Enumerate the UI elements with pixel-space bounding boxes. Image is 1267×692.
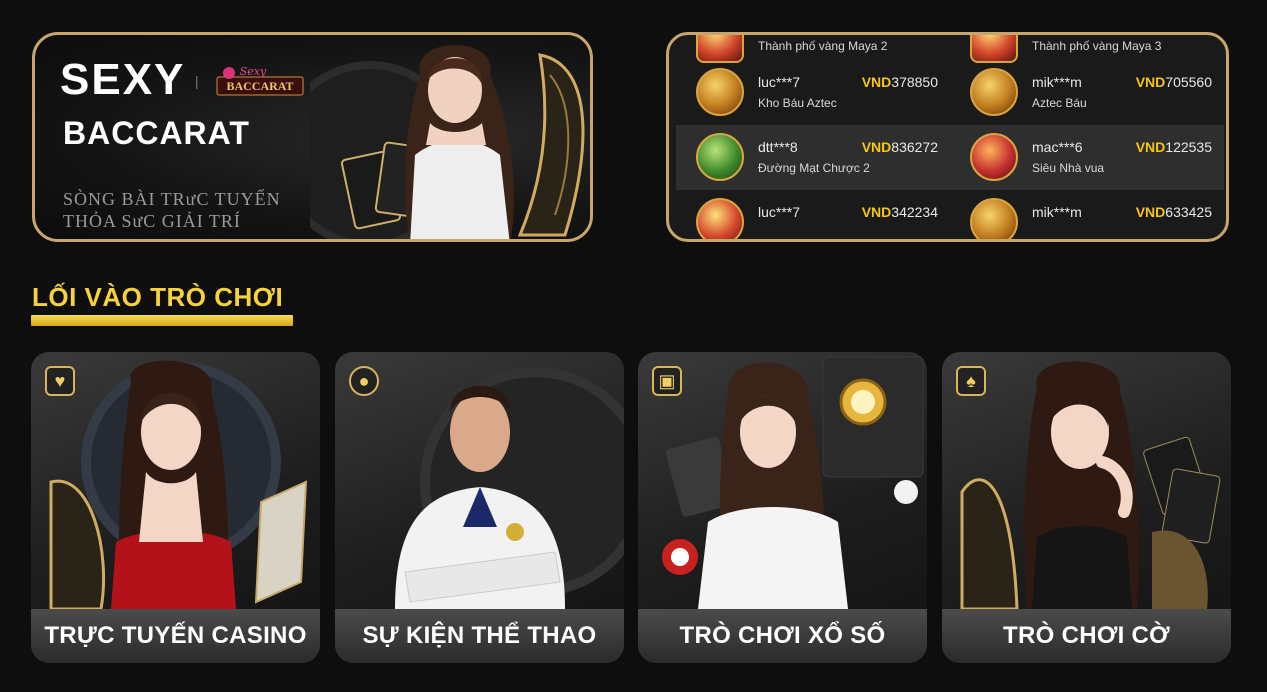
currency-label: VND [861,74,892,90]
lottery-ticket-icon: ▣ [652,366,682,396]
winner-entry[interactable]: mik***m VND633425 [950,190,1224,239]
winner-row: dtt***8 Đường Mạt Chược 2 VND836272 mac*… [676,125,1224,190]
super-king-game-icon [970,133,1018,181]
banner-subtitle: SÒNG BÀI TRưC TUYẾN THỎA SưC GIẢI TRÍ [63,188,303,232]
amount-value: 836272 [891,139,938,155]
basketball-icon: ● [349,366,379,396]
category-card-card-games[interactable]: ♠ TRÒ CHƠI CỜ [942,352,1231,663]
winner-amount: VND122535 [1136,139,1212,155]
banner-title-baccarat: BACCARAT [63,115,250,151]
winner-username: mik***m [1032,74,1082,90]
mahjong-ways-2-game-icon [696,133,744,181]
currency-label: VND [861,204,892,220]
amount-value: 633425 [1165,204,1212,220]
recent-winners-panel[interactable]: Thành phố vàng Maya 2 Thành phố vàng May… [666,32,1229,242]
maya-golden-city-2-game-icon [696,35,744,63]
winner-game: Siêu Nhà vua [1032,161,1105,175]
winner-game: Thành phố vàng Maya 2 [758,39,888,53]
currency-label: VND [1135,74,1166,90]
winner-amount: VND378850 [862,74,938,90]
winner-row: Thành phố vàng Maya 2 Thành phố vàng May… [676,35,1224,63]
category-label: TRÒ CHƠI CỜ [942,609,1231,663]
slot-game-icon [970,198,1018,239]
winner-entry[interactable]: Thành phố vàng Maya 2 [676,35,950,63]
winner-username: mac***6 [1032,139,1083,155]
winner-row: luc***7 VND342234 mik***m VND633425 [676,190,1224,239]
winner-entry[interactable]: mac***6 Siêu Nhà vua VND122535 [950,125,1224,190]
winner-username: dtt***8 [758,139,798,155]
amount-value: 342234 [891,204,938,220]
amount-value: 378850 [891,74,938,90]
sexy-baccarat-logo: BACCARAT Sexy [216,65,304,96]
banner-subtitle-line2: THỎA SưC GIẢI TRÍ [63,211,241,231]
winner-entry[interactable]: dtt***8 Đường Mạt Chược 2 VND836272 [676,125,950,190]
sports-player-illustration [395,367,624,609]
winner-game: Aztec Báu [1032,96,1087,110]
banner-separator: | [195,73,199,89]
heading-underline [31,315,293,326]
category-label: SỰ KIỆN THỂ THAO [335,609,624,663]
currency-label: VND [1135,139,1166,155]
winner-username: luc***7 [758,204,801,220]
banner-subtitle-line1: SÒNG BÀI TRưC TUYẾN [63,189,281,209]
playing-cards-icon: ♠ [956,366,986,396]
winner-entry[interactable]: luc***7 VND342234 [676,190,950,239]
game-entry-heading: LỐI VÀO TRÒ CHƠI [32,282,284,312]
svg-text:Sexy: Sexy [240,65,267,78]
winners-list: Thành phố vàng Maya 2 Thành phố vàng May… [676,35,1224,239]
category-card-casino[interactable]: ♥ TRỰC TUYẾN CASINO [31,352,320,663]
category-label: TRÒ CHƠI XỔ SỐ [638,609,927,663]
winner-row: luc***7 Kho Báu Aztec VND378850 mik***m … [676,60,1224,125]
winner-amount: VND633425 [1136,204,1212,220]
winner-amount: VND836272 [862,139,938,155]
category-card-lottery[interactable]: ▣ TRÒ CHƠI XỔ SỐ [638,352,927,663]
category-card-sports[interactable]: ● SỰ KIỆN THỂ THAO [335,352,624,663]
banner-title-sexy: SEXY [60,55,186,104]
aztec-treasures-game-icon [970,68,1018,116]
category-label: TRỰC TUYẾN CASINO [31,609,320,663]
amount-value: 705560 [1165,74,1212,90]
winner-game: Đường Mạt Chược 2 [758,161,870,175]
currency-label: VND [861,139,892,155]
cards-heart-icon: ♥ [45,366,75,396]
slot-game-icon [696,198,744,239]
winner-game: Thành phố vàng Maya 3 [1032,39,1162,53]
winner-amount: VND342234 [862,204,938,220]
winner-entry[interactable]: Thành phố vàng Maya 3 [950,35,1224,63]
svg-text:BACCARAT: BACCARAT [226,79,293,93]
winner-entry[interactable]: luc***7 Kho Báu Aztec VND378850 [676,60,950,125]
amount-value: 122535 [1165,139,1212,155]
sexy-baccarat-banner[interactable]: SEXY | BACCARAT Sexy BACCARAT SÒNG BÀI T… [32,32,593,242]
currency-label: VND [1135,204,1166,220]
aztec-treasure-game-icon [696,68,744,116]
winner-amount: VND705560 [1136,74,1212,90]
winner-game: Kho Báu Aztec [758,96,837,110]
banner-model-illustration [310,45,585,239]
winner-entry[interactable]: mik***m Aztec Báu VND705560 [950,60,1224,125]
maya-golden-city-3-game-icon [970,35,1018,63]
winner-username: luc***7 [758,74,801,90]
winner-username: mik***m [1032,204,1082,220]
